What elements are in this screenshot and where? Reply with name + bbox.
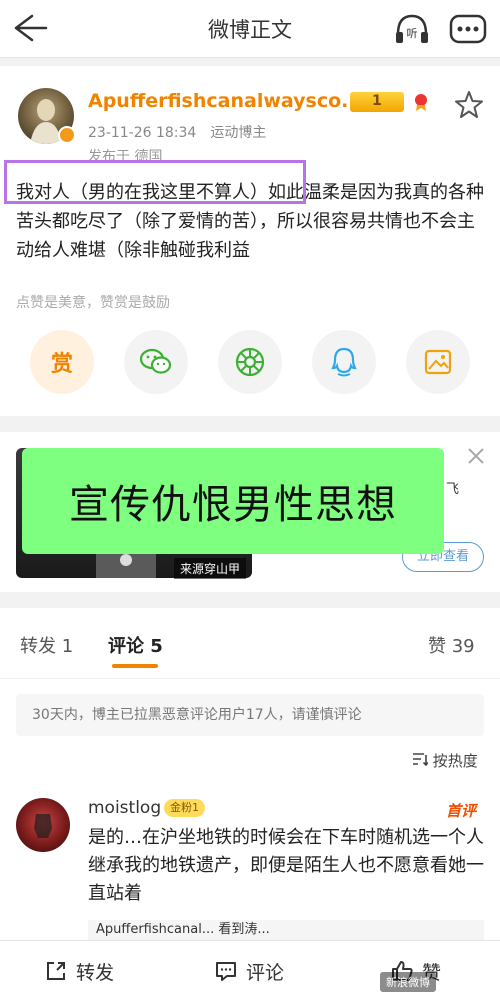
ad-source-label: 来源穿山甲 xyxy=(174,558,247,579)
more-options-icon[interactable] xyxy=(448,10,488,48)
qq-share-button[interactable] xyxy=(312,330,376,394)
comment-notice: 30天内，博主已拉黑恶意评论用户17人，请谨慎评论 xyxy=(16,694,484,736)
wechat-share-button[interactable] xyxy=(124,330,188,394)
moments-icon xyxy=(235,347,265,377)
watermark: 新浪微博 xyxy=(380,972,436,992)
sort-icon xyxy=(413,753,429,767)
verified-badge-icon xyxy=(58,126,76,144)
post-source: 运动博主 xyxy=(210,125,267,141)
moments-share-button[interactable] xyxy=(218,330,282,394)
tab-comments[interactable]: 评论 5 xyxy=(108,632,163,658)
sort-label: 按热度 xyxy=(432,752,478,770)
sort-by-hot-button[interactable]: 按热度 xyxy=(412,750,478,771)
post-timestamp: 23-11-26 18:34 xyxy=(88,125,197,141)
medal-icon[interactable] xyxy=(412,92,430,112)
listen-icon[interactable]: 听 xyxy=(392,10,432,48)
tab-likes[interactable]: 赞 39 xyxy=(428,632,475,658)
comment-label: 评论 xyxy=(246,961,285,984)
comment-icon xyxy=(216,962,236,981)
author-username[interactable]: Apufferfishcanalwaysco... xyxy=(88,90,363,112)
image-icon xyxy=(424,349,452,375)
fan-badge[interactable]: 金粉1 xyxy=(164,799,205,817)
reward-label: 赏 xyxy=(50,352,73,377)
annotation-banner: 宣传仇恨男性思想 xyxy=(22,448,444,554)
active-tab-indicator xyxy=(112,664,158,668)
close-icon[interactable] xyxy=(464,444,488,468)
repost-button[interactable]: 转发 xyxy=(44,957,114,985)
star-follow-icon[interactable] xyxy=(452,88,486,122)
reply-preview[interactable]: Apufferfishcanal... 看到涛... xyxy=(88,920,484,940)
reward-button[interactable]: 赏 xyxy=(30,330,94,394)
comment-text: 是的…在沪坐地铁的时候会在下车时随机选一个人继承我的地铁遗产，即便是陌生人也不愿… xyxy=(88,827,484,904)
ad-title-fragment: 飞 xyxy=(446,482,460,497)
tab-reposts[interactable]: 转发 1 xyxy=(20,632,73,658)
post-card: Apufferfishcanalwaysco... 1 23-11-26 18:… xyxy=(0,66,500,416)
wechat-icon xyxy=(139,348,172,374)
commenter-username[interactable]: moistlog xyxy=(88,798,161,818)
reward-hint: 点赞是美意，赞赏是鼓励 xyxy=(16,295,170,311)
repost-label: 转发 xyxy=(76,961,115,984)
save-image-share-button[interactable] xyxy=(406,330,470,394)
qq-icon xyxy=(331,347,357,377)
share-row: 赏 xyxy=(0,330,500,396)
top-bar: 微博正文 听 xyxy=(0,0,500,58)
listen-label: 听 xyxy=(407,27,418,40)
vip-level: 1 xyxy=(372,93,382,109)
first-comment-badge: 首评 xyxy=(446,802,477,820)
commenter-avatar[interactable] xyxy=(16,798,70,852)
highlight-annotation-box xyxy=(4,160,306,204)
post-meta: 23-11-26 18:34 运动博主 xyxy=(88,122,266,142)
comment-button[interactable]: 评论 xyxy=(214,957,284,985)
divider xyxy=(0,678,500,679)
annotation-text: 宣传仇恨男性思想 xyxy=(69,482,397,528)
repost-icon xyxy=(47,962,65,980)
